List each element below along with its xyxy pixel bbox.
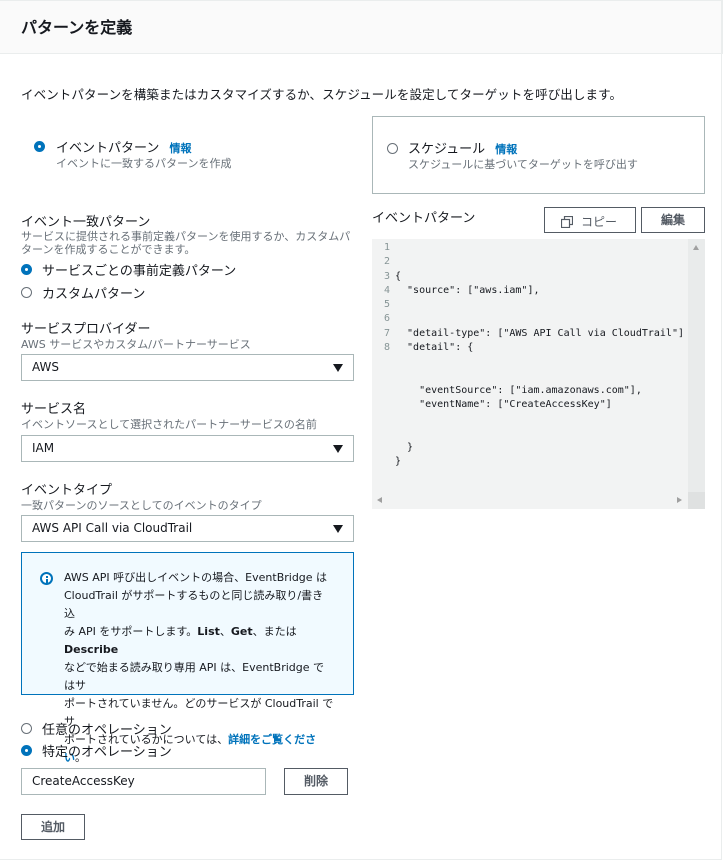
predefined-label: サービスごとの事前定義パターン	[42, 264, 237, 279]
match-option-custom[interactable]: カスタムパターン	[21, 283, 321, 302]
vertical-scrollbar[interactable]	[688, 239, 705, 509]
operation-option-any[interactable]: 任意のオペレーション	[21, 719, 321, 738]
custom-label: カスタムパターン	[42, 287, 146, 302]
specific-operation-radio[interactable]	[21, 745, 32, 756]
scroll-right-icon[interactable]	[677, 497, 682, 503]
code-editor[interactable]: 12 34 56 78 { "source": ["aws.iam"], "de…	[372, 239, 705, 509]
scrollbar-corner	[688, 492, 705, 509]
panel-title: パターンを定義	[21, 18, 133, 37]
schedule-radio[interactable]	[387, 143, 398, 154]
event-pattern-radio[interactable]	[34, 141, 45, 152]
delete-button[interactable]: 削除	[284, 768, 348, 795]
event-type-value: AWS API Call via CloudTrail	[32, 521, 193, 535]
operation-input[interactable]: CreateAccessKey	[21, 768, 266, 795]
line-numbers: 12 34 56 78	[383, 242, 390, 354]
any-operation-label: 任意のオペレーション	[42, 723, 172, 738]
event-pattern-option[interactable]: イベントパターン 情報 イベントに一致するパターンを作成	[21, 126, 354, 186]
custom-radio[interactable]	[21, 287, 32, 298]
provider-sub: AWS サービスやカスタム/パートナーサービス	[21, 338, 251, 351]
description: イベントパターンを構築またはカスタマイズするか、スケジュールを設定してターゲット…	[21, 87, 623, 102]
info-alert: AWS API 呼び出しイベントの場合、EventBridge は CloudT…	[21, 552, 354, 764]
match-desc-2: ターンを作成することができます。	[21, 243, 196, 256]
provider-label: サービスプロバイダー	[21, 322, 151, 337]
schedule-label: スケジュール 情報	[408, 142, 518, 157]
scroll-left-icon[interactable]	[377, 497, 382, 503]
scroll-up-icon[interactable]	[693, 245, 699, 250]
edit-button[interactable]: 編集	[641, 207, 705, 233]
chevron-down-icon	[333, 364, 343, 372]
editor-title: イベントパターン	[372, 211, 476, 226]
code-content: { "source": ["aws.iam"], "detail-type": …	[395, 270, 685, 468]
event-pattern-sub: イベントに一致するパターンを作成	[56, 157, 232, 170]
specific-operation-label: 特定のオペレーション	[42, 745, 172, 760]
match-option-predefined[interactable]: サービスごとの事前定義パターン	[21, 260, 321, 279]
event-pattern-info-link[interactable]: 情報	[170, 142, 192, 155]
service-label: サービス名	[21, 402, 87, 417]
predefined-radio[interactable]	[21, 264, 32, 275]
event-type-sub: 一致パターンのソースとしてのイベントのタイプ	[21, 499, 262, 512]
service-value: IAM	[32, 441, 55, 455]
event-pattern-label: イベントパターン 情報	[56, 141, 192, 156]
horizontal-scrollbar[interactable]	[372, 492, 688, 509]
provider-value: AWS	[32, 360, 60, 374]
schedule-option[interactable]: スケジュール 情報 スケジュールに基づいてターゲットを呼び出す	[372, 116, 705, 194]
event-type-select[interactable]: AWS API Call via CloudTrail	[21, 515, 354, 542]
event-type-label: イベントタイプ	[21, 483, 113, 498]
add-button[interactable]: 追加	[21, 814, 85, 840]
operation-value: CreateAccessKey	[32, 774, 135, 788]
copy-button[interactable]: コピー	[544, 207, 636, 233]
operation-option-specific[interactable]: 特定のオペレーション	[21, 741, 321, 760]
copy-icon	[561, 216, 573, 228]
chevron-down-icon	[333, 525, 343, 533]
any-operation-radio[interactable]	[21, 723, 32, 734]
info-icon	[40, 572, 53, 585]
copy-label: コピー	[581, 215, 618, 229]
provider-select[interactable]: AWS	[21, 354, 354, 381]
schedule-sub: スケジュールに基づいてターゲットを呼び出す	[408, 158, 638, 171]
service-sub: イベントソースとして選択されたパートナーサービスの名前	[21, 418, 317, 431]
schedule-info-link[interactable]: 情報	[495, 143, 517, 156]
service-select[interactable]: IAM	[21, 435, 354, 462]
chevron-down-icon	[333, 445, 343, 453]
